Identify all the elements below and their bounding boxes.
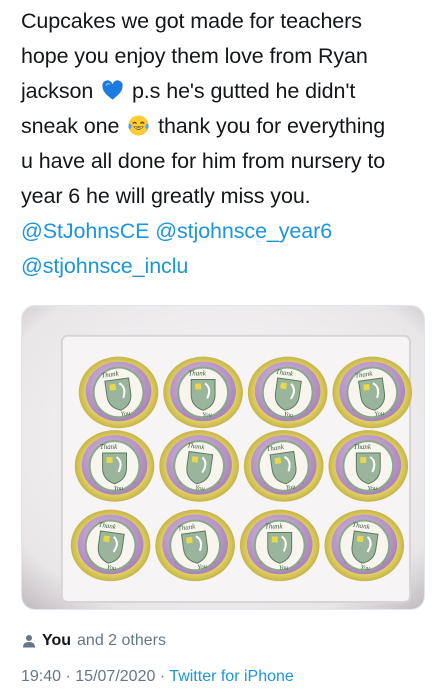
topper-you-label: You [368,485,377,492]
mention-link[interactable]: @stjohnsce_year6 [155,219,332,243]
tweet-line: @stjohnsce_inclu [21,249,431,284]
crest-book [271,536,278,543]
tears-of-joy-icon [128,115,149,136]
topper-thank-label: Thank [188,370,206,378]
cupcake-topper: Thank You [342,440,395,492]
crest-book [191,455,199,463]
crest-book [186,536,193,544]
tweet-date: 15/07/2020 [75,668,156,685]
crest-book [363,383,370,391]
topper-you-label: You [286,483,296,491]
tweet-time: 19:40 [21,668,62,685]
likes-row[interactable]: You and 2 others [22,630,166,652]
crest-book [280,382,287,390]
topper-thank-label: Thank [265,523,283,531]
cupcake-box-image: ThankYouThankYouThankYouThankYouThankYou… [22,306,424,609]
cupcake: ThankYou [155,509,235,582]
tweet-line: u have all done for him from nursery to [21,149,386,173]
tweet-line: hope you enjoy them love from Ryan [21,44,368,68]
school-crest [267,532,293,564]
tweet-meta: 19:40 · 15/07/2020 · Twitter for iPhone [21,668,294,690]
liked-by-others[interactable]: and 2 others [77,632,166,650]
tweet-line: year 6 he will greatly miss you. [21,184,311,208]
topper-you-label: You [283,411,293,419]
crest-book [109,383,117,391]
tweet-phrase: thank you for everything [158,114,386,138]
topper-you-label: You [360,564,370,572]
topper-thank-label: Thank [354,443,372,451]
tweet-line: Cupcakes we got made for teachers [21,9,362,33]
topper-you-label: You [279,564,288,571]
topper-you-label: You [120,410,130,418]
school-crest [355,452,381,485]
cupcake: ThankYou [332,356,413,429]
cupcake: ThankYou [70,509,151,582]
crest-book [195,383,202,390]
person-icon [23,635,35,648]
tweet-text: Cupcakes we got made for teachers hope y… [21,4,431,284]
cupcake: ThankYou [247,356,328,429]
topper-you-label: You [197,563,207,571]
crest-book [356,535,364,543]
tweet: Cupcakes we got made for teachers hope y… [0,0,446,690]
school-crest [190,379,216,411]
school-crest [102,452,127,485]
meta-separator: · [65,668,71,685]
cupcake: Thank You [328,430,409,502]
cupcake: Thank You [74,430,155,502]
crest-book [274,457,282,465]
tweet-word: jackson [21,79,94,103]
cupcake: ThankYou [243,430,324,502]
topper-thank-label: Thank [100,443,118,451]
mention-link[interactable]: @StJohnsCE [21,219,149,243]
mention-link[interactable]: @stjohnsce_inclu [21,254,188,278]
tweet-phrase: p.s he's gutted he didn't [131,79,356,103]
cupcake-topper: Thank You [177,366,229,418]
tweet-line: jackson p.s he's gutted he didn't [21,74,431,109]
cupcake: ThankYou [78,356,159,429]
cupcake: Thank You [163,356,243,429]
blue-heart-icon [102,80,123,100]
cupcake-topper: Thank You [88,440,141,492]
tweet-source-link[interactable]: Twitter for iPhone [169,668,294,685]
tweet-line: sneak one thank you for everything [21,109,431,144]
tweet-photo[interactable]: Thank You Thank You Thank You Thank You Thank You… [21,305,425,610]
crest-book [103,535,110,543]
crest-book [360,457,367,463]
cupcake: ThankYou [159,430,239,502]
cupcake: Thank You [239,509,320,582]
topper-you-label: You [114,485,123,492]
topper-you-label: You [202,411,211,418]
topper-you-label: You [106,564,116,572]
cupcake-topper: Thank You [253,519,306,571]
topper-you-label: You [374,410,384,418]
cupcake: ThankYou [324,509,405,582]
crest-book [106,457,113,463]
meta-separator: · [159,668,166,685]
topper-you-label: You [195,485,205,493]
liked-by-you[interactable]: You [42,632,71,650]
tweet-phrase: sneak one [21,114,120,138]
tweet-line: @StJohnsCE @stjohnsce_year6 [21,214,431,249]
